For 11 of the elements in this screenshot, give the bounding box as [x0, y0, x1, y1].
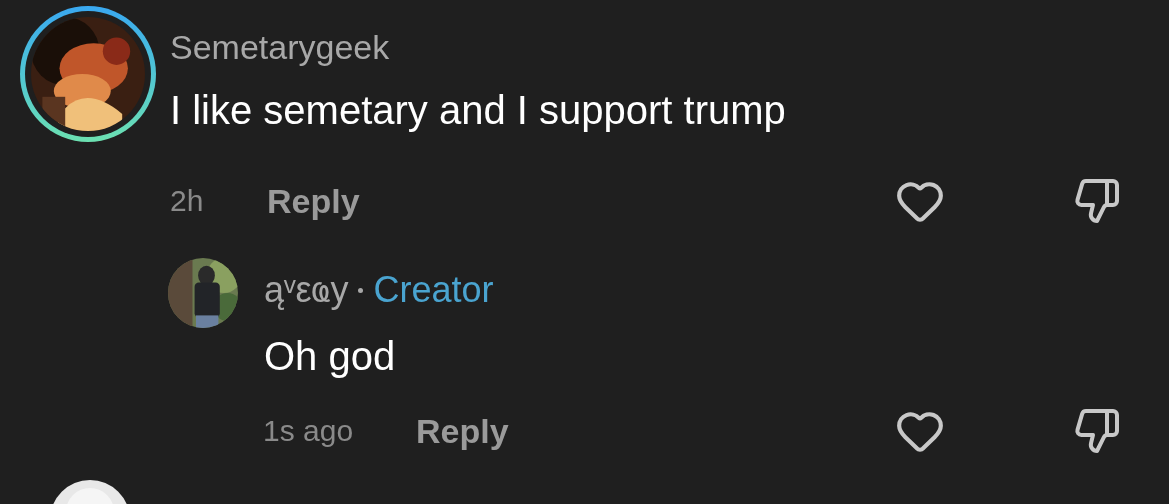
comment-text: I like semetary and I support trump	[170, 90, 786, 130]
timestamp: 2h	[170, 186, 205, 216]
username[interactable]: ąᵛεҩy	[264, 272, 349, 308]
reply-link[interactable]: Reply	[416, 414, 509, 448]
reply-link[interactable]: Reply	[267, 184, 360, 218]
thumbs-down-icon[interactable]	[1073, 177, 1121, 225]
thumbs-down-icon[interactable]	[1073, 407, 1121, 455]
creator-label: Creator	[373, 272, 494, 308]
timestamp: 1s ago	[263, 416, 355, 446]
username[interactable]: Semetarygeek	[170, 30, 786, 64]
comment-text: Oh god	[264, 336, 397, 376]
